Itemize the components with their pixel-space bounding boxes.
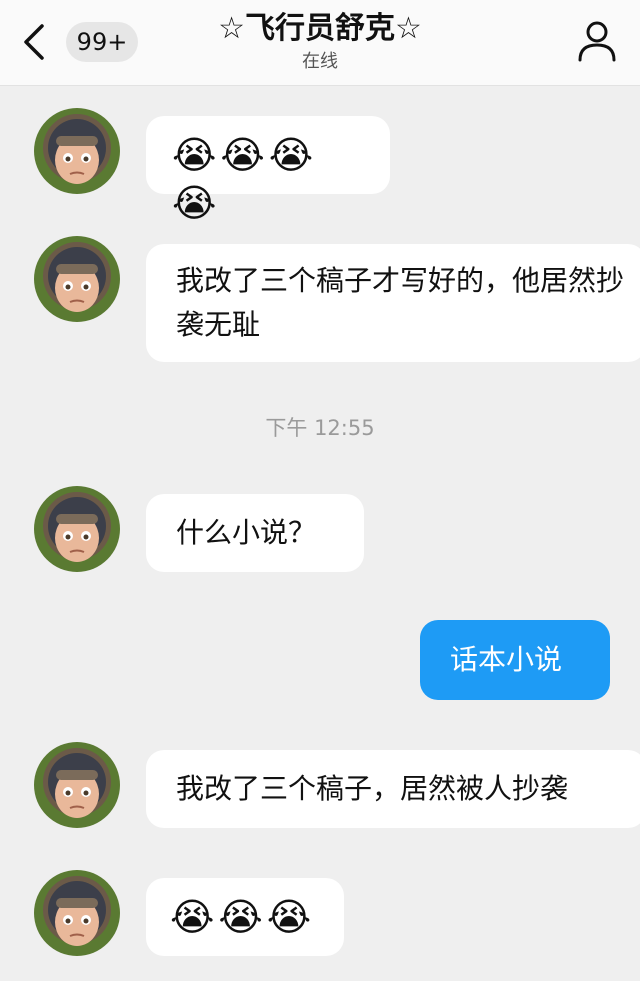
message-text: 😭😭😭 bbox=[170, 895, 316, 939]
message-bubble[interactable]: 我改了三个稿子才写好的，他居然抄袭无耻 bbox=[146, 244, 640, 362]
message-bubble[interactable]: 😭😭😭😭 bbox=[146, 116, 390, 225]
cartoon-pilot-avatar-icon bbox=[34, 236, 120, 322]
cartoon-pilot-avatar-icon bbox=[34, 108, 120, 194]
message-bubble-outgoing[interactable]: 话本小说 bbox=[420, 620, 610, 700]
online-status: 在线 bbox=[302, 51, 338, 72]
person-icon[interactable] bbox=[574, 18, 620, 64]
cartoon-pilot-avatar-icon bbox=[34, 870, 120, 956]
chat-header: 99+ ☆飞行员舒克☆ 在线 bbox=[0, 0, 640, 86]
contact-avatar[interactable] bbox=[34, 108, 120, 194]
message-bubble[interactable]: 什么小说？ bbox=[146, 494, 364, 572]
contact-avatar[interactable] bbox=[34, 236, 120, 322]
message-text: 什么小说？ bbox=[176, 516, 317, 549]
cartoon-pilot-avatar-icon bbox=[34, 742, 120, 828]
message-bubble[interactable]: 😭😭😭 bbox=[146, 878, 344, 956]
contact-avatar[interactable] bbox=[34, 742, 120, 828]
timestamp: 下午 12:55 bbox=[265, 416, 375, 440]
message-text: 我改了三个稿子，居然被人抄袭 bbox=[176, 772, 569, 805]
message-text: 😭😭😭😭 bbox=[172, 133, 318, 225]
chat-title: ☆飞行员舒克☆ bbox=[218, 11, 422, 46]
contact-avatar[interactable] bbox=[34, 486, 120, 572]
message-text: 话本小说 bbox=[450, 643, 563, 676]
cartoon-pilot-avatar-icon bbox=[34, 486, 120, 572]
contact-avatar[interactable] bbox=[34, 870, 120, 956]
message-bubble[interactable]: 我改了三个稿子，居然被人抄袭 bbox=[146, 750, 640, 828]
message-text: 我改了三个稿子才写好的，他居然抄袭无耻 bbox=[176, 264, 625, 341]
